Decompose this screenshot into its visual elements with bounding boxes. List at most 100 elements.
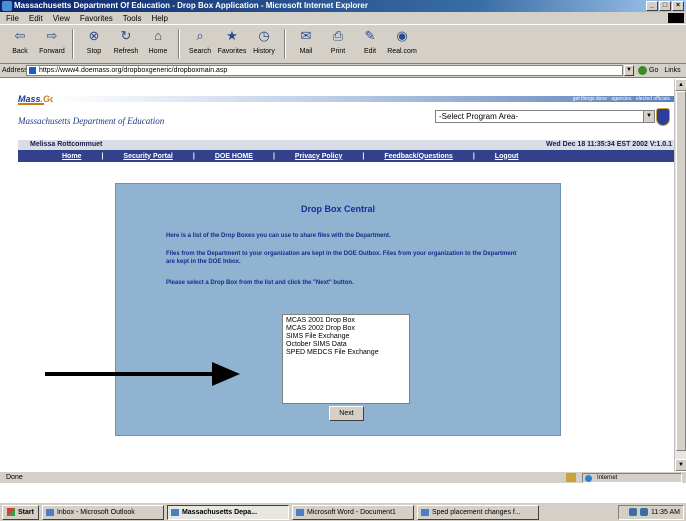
favorites-icon: ★ xyxy=(226,28,238,43)
user-info-strip: Melissa Rottcommuet Wed Dec 18 11:35:34 … xyxy=(18,140,674,150)
menu-help[interactable]: Help xyxy=(151,14,167,23)
toolbar-separator xyxy=(72,29,74,59)
menu-tools[interactable]: Tools xyxy=(123,14,142,23)
nav-privacy-policy[interactable]: Privacy Policy xyxy=(295,153,342,160)
browser-toolbar: ⇦ Back ⇨ Forward ⊗ Stop ↻ Refresh ⌂ Home ⌕ Sea… xyxy=(0,24,686,64)
document-icon xyxy=(420,508,429,516)
site-tagline: get things done · agencies · elected off… xyxy=(572,96,670,102)
forward-arrow-icon: ⇨ xyxy=(46,28,58,43)
logo-underline xyxy=(18,103,44,105)
menu-file[interactable]: File xyxy=(6,14,19,23)
panel-title: Drop Box Central xyxy=(300,204,375,214)
lock-icon xyxy=(566,473,576,482)
nav-doe-home[interactable]: DOE HOME xyxy=(215,153,253,160)
history-icon: ◷ xyxy=(258,28,270,43)
site-nav: Home | Security Portal | DOE HOME | Priv… xyxy=(18,150,674,162)
back-button[interactable]: ⇦ Back xyxy=(4,27,36,61)
tray-icon[interactable] xyxy=(639,508,648,516)
maximize-button[interactable]: □ xyxy=(659,1,671,11)
print-icon: ⎙ xyxy=(332,28,344,43)
nav-feedback[interactable]: Feedback/Questions xyxy=(384,153,452,160)
address-url: https://www4.doemass.org/dropboxgeneric/… xyxy=(39,67,228,74)
status-text: Done xyxy=(6,474,23,481)
edit-button[interactable]: ✎ Edit xyxy=(354,27,386,61)
real-icon: ◉ xyxy=(396,28,408,43)
chevron-down-icon[interactable]: ▼ xyxy=(643,111,654,122)
page-icon xyxy=(29,67,36,74)
instruction-text: Please select a Drop Box from the list a… xyxy=(166,280,354,286)
desktop-gap xyxy=(0,483,686,502)
status-bar: Done Internet xyxy=(0,471,686,483)
user-name: Melissa Rottcommuet xyxy=(30,141,103,148)
list-item[interactable]: SPED MEDCS File Exchange xyxy=(286,349,406,357)
scroll-thumb[interactable] xyxy=(676,91,686,451)
scroll-up-button[interactable]: ▲ xyxy=(675,79,686,91)
list-item[interactable]: October SIMS Data xyxy=(286,341,406,349)
security-zone: Internet xyxy=(582,473,682,483)
history-button[interactable]: ◷ History xyxy=(248,27,280,61)
nav-separator: | xyxy=(472,152,475,160)
print-button[interactable]: ⎙ Print xyxy=(322,27,354,61)
nav-home[interactable]: Home xyxy=(62,153,81,160)
forward-button[interactable]: ⇨ Forward xyxy=(36,27,68,61)
search-icon: ⌕ xyxy=(196,28,204,43)
home-icon: ⌂ xyxy=(154,28,162,43)
list-item[interactable]: MCAS 2001 Drop Box xyxy=(286,317,406,325)
next-button[interactable]: Next xyxy=(329,406,364,421)
refresh-icon: ↻ xyxy=(120,28,132,43)
toolbar-separator xyxy=(178,29,180,59)
department-title: Massachusetts Department of Education xyxy=(18,116,165,126)
taskbar-item[interactable]: Inbox - Microsoft Outlook xyxy=(41,504,164,520)
program-area-select[interactable]: -Select Program Area- ▼ xyxy=(435,110,655,123)
menu-view[interactable]: View xyxy=(53,14,70,23)
ie-icon xyxy=(2,1,12,11)
address-dropdown-button[interactable]: ▼ xyxy=(624,65,634,76)
drop-box-list[interactable]: MCAS 2001 Drop Box MCAS 2002 Drop Box SI… xyxy=(282,314,410,404)
home-button[interactable]: ⌂ Home xyxy=(142,27,174,61)
search-button[interactable]: ⌕ Search xyxy=(184,27,216,61)
nav-security-portal[interactable]: Security Portal xyxy=(123,153,172,160)
mail-button[interactable]: ✉ Mail xyxy=(290,27,322,61)
menu-bar: File Edit View Favorites Tools Help xyxy=(0,12,686,24)
refresh-button[interactable]: ↻ Refresh xyxy=(110,27,142,61)
outlook-icon xyxy=(45,508,54,516)
close-button[interactable]: × xyxy=(672,1,684,11)
real-button[interactable]: ◉ Real.com xyxy=(386,27,418,61)
vertical-scrollbar[interactable]: ▲ ▼ xyxy=(674,79,686,471)
intro-text: Here is a list of the Drop Boxes you can… xyxy=(166,233,391,239)
list-item[interactable]: SIMS File Exchange xyxy=(286,333,406,341)
nav-logout[interactable]: Logout xyxy=(495,153,519,160)
windows-taskbar: Start Inbox - Microsoft Outlook Massachu… xyxy=(0,502,686,521)
drop-box-panel: Drop Box Central Here is a list of the D… xyxy=(115,183,561,436)
taskbar-item[interactable]: Microsoft Word - Document1 xyxy=(291,504,414,520)
scroll-down-button[interactable]: ▼ xyxy=(675,459,686,471)
word-icon xyxy=(295,508,304,516)
start-button[interactable]: Start xyxy=(2,504,39,520)
screen: Massachusetts Department Of Education - … xyxy=(0,0,686,521)
mail-icon: ✉ xyxy=(300,28,312,43)
menu-edit[interactable]: Edit xyxy=(29,14,43,23)
taskbar-item[interactable]: Sped placement changes f... xyxy=(416,504,539,520)
go-arrow-icon xyxy=(638,66,647,75)
tray-icon[interactable] xyxy=(628,508,637,516)
stop-icon: ⊗ xyxy=(88,28,100,43)
go-button[interactable]: Go xyxy=(638,66,658,75)
links-button[interactable]: Links xyxy=(664,67,680,74)
address-bar: Address https://www4.doemass.org/dropbox… xyxy=(0,64,686,78)
window-titlebar: Massachusetts Department Of Education - … xyxy=(0,0,686,12)
globe-icon xyxy=(585,475,592,482)
menu-favorites[interactable]: Favorites xyxy=(80,14,113,23)
system-tray: 11:35 AM xyxy=(618,504,684,520)
nav-separator: | xyxy=(362,152,365,160)
window-title: Massachusetts Department Of Education - … xyxy=(14,1,368,10)
nav-separator: | xyxy=(272,152,275,160)
taskbar-item-active[interactable]: Massachusetts Depa... xyxy=(166,504,289,520)
list-item[interactable]: MCAS 2002 Drop Box xyxy=(286,325,406,333)
window-controls: _ □ × xyxy=(646,1,684,11)
favorites-button[interactable]: ★ Favorites xyxy=(216,27,248,61)
stop-button[interactable]: ⊗ Stop xyxy=(78,27,110,61)
clock: 11:35 AM xyxy=(650,508,680,516)
address-input[interactable]: https://www4.doemass.org/dropboxgeneric/… xyxy=(26,65,623,76)
minimize-button[interactable]: _ xyxy=(646,1,658,11)
windows-flag-icon xyxy=(7,508,15,516)
